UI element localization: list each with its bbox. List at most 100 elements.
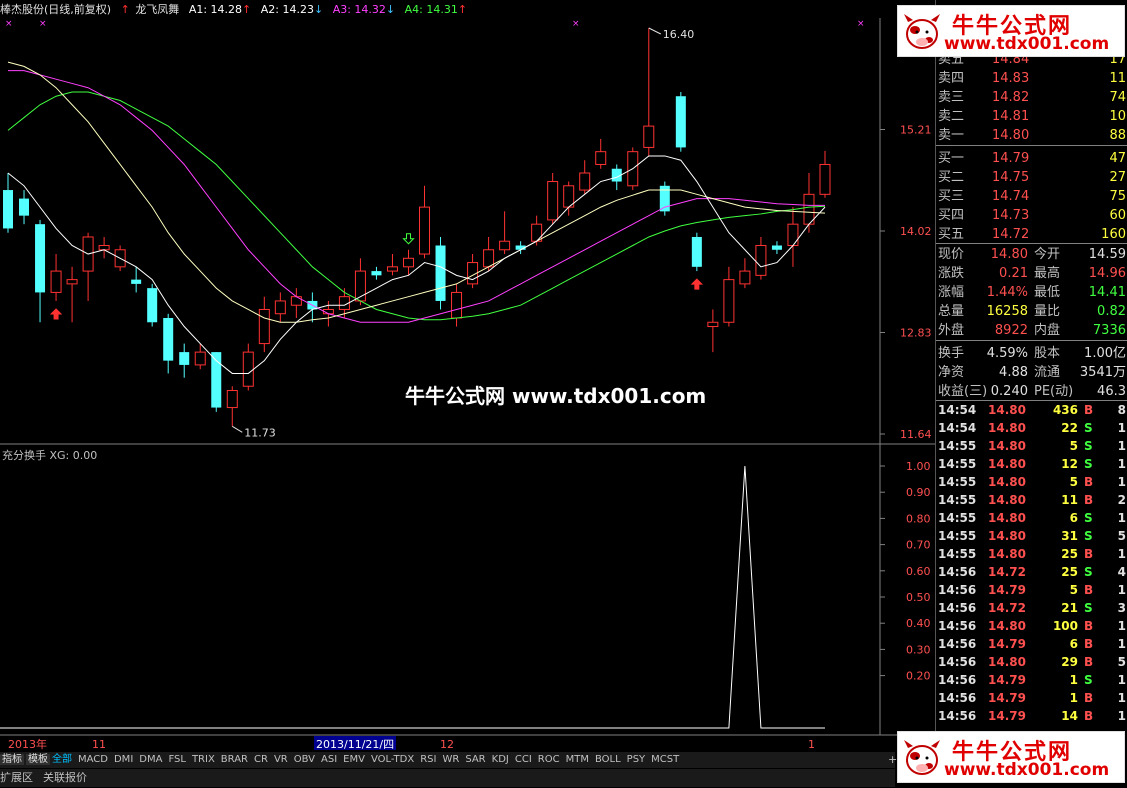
candle-body xyxy=(35,224,46,293)
tick-time: 14:55 xyxy=(938,547,977,561)
buy-level-row[interactable]: 买二 14.75 27 xyxy=(936,168,1127,187)
tab-brar[interactable]: BRAR xyxy=(221,754,248,765)
tick-time: 14:56 xyxy=(938,583,977,597)
tick-price: 14.80 xyxy=(988,547,1026,561)
sell-level-row[interactable]: 卖二 14.81 10 xyxy=(936,107,1127,126)
tab-dma[interactable]: DMA xyxy=(139,754,162,765)
tick-row: 14:54 14.80 436 B 8 xyxy=(936,401,1127,419)
quote-value: 4.59% xyxy=(986,346,1028,361)
add-button[interactable]: + xyxy=(888,753,897,766)
tab-asi[interactable]: ASI xyxy=(321,754,337,765)
quote-label: 今开 xyxy=(1034,247,1061,262)
bottom-tab[interactable]: 关联报价 xyxy=(43,771,87,784)
candle-body xyxy=(819,163,831,195)
tab-psy[interactable]: PSY xyxy=(627,754,646,765)
sub-tick-label: 0.50 xyxy=(906,591,931,604)
level-price: 14.74 xyxy=(992,189,1030,204)
tab-obv[interactable]: OBV xyxy=(294,754,315,765)
low-label: 11.73 xyxy=(244,426,276,439)
tick-volume: 5 xyxy=(1069,475,1078,489)
quote-value: 8922 xyxy=(994,323,1028,338)
tick-count: 5 xyxy=(1117,655,1126,669)
candle-body xyxy=(499,240,511,251)
sub-tick-label: 1.00 xyxy=(906,460,931,473)
x-marker-icon: × xyxy=(39,19,47,29)
tick-count: 1 xyxy=(1117,475,1126,489)
level-volume: 10 xyxy=(1109,109,1126,124)
high-marker-line xyxy=(648,27,662,35)
level-volume: 27 xyxy=(1109,170,1126,185)
tab-vol-tdx[interactable]: VOL-TDX xyxy=(371,754,414,765)
level-label: 买二 xyxy=(938,170,965,185)
tab-cr[interactable]: CR xyxy=(254,754,268,765)
tick-time: 14:56 xyxy=(938,637,977,651)
tick-row: 14:56 14.80 100 B 1 xyxy=(936,617,1127,635)
level-volume: 160 xyxy=(1101,227,1126,242)
tick-volume: 14 xyxy=(1061,709,1078,723)
sell-level-row[interactable]: 卖一 14.80 88 xyxy=(936,126,1127,145)
tick-count: 1 xyxy=(1117,673,1126,687)
candle-body xyxy=(531,223,543,242)
sub-tick-label: 0.40 xyxy=(906,617,931,630)
up-arrow-icon: ↑ xyxy=(120,3,130,16)
tick-volume: 22 xyxy=(1061,421,1078,435)
tab-全部[interactable]: 全部 xyxy=(52,754,72,765)
tab-dmi[interactable]: DMI xyxy=(114,754,133,765)
x-marker-icon: × xyxy=(572,19,580,29)
tick-volume: 1 xyxy=(1069,673,1078,687)
tick-price: 14.80 xyxy=(988,421,1026,435)
candle-body xyxy=(290,296,302,306)
tick-price: 14.80 xyxy=(988,529,1026,543)
orderbook-divider xyxy=(936,145,1127,146)
tab-cci[interactable]: CCI xyxy=(515,754,532,765)
tab-kdj[interactable]: KDJ xyxy=(492,754,509,765)
quote-label: 流通 xyxy=(1034,365,1061,380)
ma-a2-line xyxy=(7,61,826,323)
tick-row: 14:56 14.80 29 B 5 xyxy=(936,653,1127,671)
kline-chart-svg[interactable]: 15.21 14.02 12.83 11.64 16.40 11.73 × × × × 1.00 0.… xyxy=(0,0,935,752)
tick-volume: 21 xyxy=(1061,601,1078,615)
x-axis-label: 1 xyxy=(808,738,815,751)
tick-side: B xyxy=(1084,691,1094,705)
tab-模板[interactable]: 模板 xyxy=(26,754,50,765)
tab-rsi[interactable]: RSI xyxy=(420,754,436,765)
buy-level-row[interactable]: 买一 14.79 47 xyxy=(936,149,1127,168)
tab-指标[interactable]: 指标 xyxy=(0,754,24,765)
price-tick-label: 15.21 xyxy=(900,124,932,137)
tick-side: S xyxy=(1084,565,1093,579)
tick-count: 8 xyxy=(1117,403,1126,417)
tab-mcst[interactable]: MCST xyxy=(651,754,679,765)
tick-side: S xyxy=(1084,529,1093,543)
tab-wr[interactable]: WR xyxy=(442,754,459,765)
bottom-tab[interactable]: 扩展区 xyxy=(0,771,33,784)
candle-body xyxy=(66,279,78,285)
buy-level-row[interactable]: 买四 14.73 60 xyxy=(936,206,1127,225)
candle-body xyxy=(19,198,30,216)
tab-mtm[interactable]: MTM xyxy=(566,754,589,765)
tick-count: 4 xyxy=(1117,565,1126,579)
tab-emv[interactable]: EMV xyxy=(343,754,365,765)
quote-divider xyxy=(936,243,1127,244)
tab-roc[interactable]: ROC xyxy=(538,754,560,765)
buy-arrow-icon xyxy=(49,308,63,320)
tab-boll[interactable]: BOLL xyxy=(595,754,621,765)
buy-level-row[interactable]: 买五 14.72 160 xyxy=(936,225,1127,244)
tick-row: 14:55 14.80 5 B 1 xyxy=(936,473,1127,491)
tick-price: 14.79 xyxy=(988,637,1026,651)
tab-macd[interactable]: MACD xyxy=(78,754,108,765)
buy-level-row[interactable]: 买三 14.74 75 xyxy=(936,187,1127,206)
tab-trix[interactable]: TRIX xyxy=(192,754,215,765)
level-price: 14.75 xyxy=(992,170,1030,185)
kline-chart-area[interactable]: 15.21 14.02 12.83 11.64 16.40 11.73 × × × × 1.00 0.… xyxy=(0,0,935,752)
tick-time: 14:56 xyxy=(938,673,977,687)
tick-row: 14:55 14.80 11 B 2 xyxy=(936,491,1127,509)
tab-vr[interactable]: VR xyxy=(274,754,288,765)
sell-level-row[interactable]: 卖三 14.82 74 xyxy=(936,88,1127,107)
sell-arrow-icon xyxy=(402,233,415,245)
tab-fsl[interactable]: FSL xyxy=(168,754,186,765)
sell-level-row[interactable]: 卖四 14.83 11 xyxy=(936,69,1127,88)
cow-logo-icon xyxy=(904,740,940,775)
tab-sar[interactable]: SAR xyxy=(465,754,485,765)
tick-count: 1 xyxy=(1117,511,1126,525)
tick-time: 14:56 xyxy=(938,619,977,633)
